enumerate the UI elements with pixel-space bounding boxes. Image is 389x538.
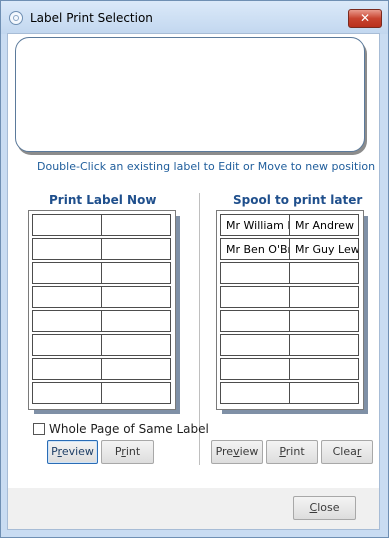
print-now-label-slot[interactable] [101,238,171,260]
print-now-label-slot[interactable] [101,310,171,332]
whole-page-checkbox[interactable] [33,423,45,435]
spool-label-slot[interactable] [220,310,290,332]
spool-sheet: Mr William H Mr Andrew Mr Ben O'Br Mr Guy L… [216,210,364,410]
spool-label-slot[interactable] [220,262,290,284]
window-title: Label Print Selection [30,11,153,25]
spool-label-slot[interactable] [220,382,290,404]
print-spool-label-post: rint [285,445,305,458]
print-now-label-slot[interactable] [32,382,102,404]
spool-label-slot[interactable] [289,358,359,380]
whole-page-label[interactable]: Whole Page of Same Label [49,422,209,436]
print-now-label-slot[interactable] [32,358,102,380]
print-now-label-slot[interactable] [101,358,171,380]
print-now-label-slot[interactable] [101,214,171,236]
app-icon [9,11,23,25]
spool-label-slot[interactable] [220,286,290,308]
close-button[interactable]: Close [293,496,356,520]
print-now-label-slot[interactable] [32,238,102,260]
close-label-post: lose [317,501,340,514]
label-preview-box[interactable] [15,37,365,152]
print-spool-button[interactable]: Print [266,440,318,464]
spool-label-slot[interactable]: Mr Guy Lew [289,238,359,260]
print-now-label-slot[interactable] [101,286,171,308]
preview-spool-label-post: iew [239,445,259,458]
print-now-sheet [28,210,176,410]
spool-label-slot[interactable] [220,358,290,380]
clear-label-pre: Clea [332,445,357,458]
spool-label-slot[interactable]: Mr Andrew [289,214,359,236]
spool-label-slot[interactable] [289,262,359,284]
print-now-label-slot[interactable] [32,286,102,308]
print-now-button[interactable]: Print [101,440,154,464]
preview-spool-button[interactable]: Preview [211,440,263,464]
preview-now-button[interactable]: Preview [47,440,98,464]
print-now-label-slot[interactable] [32,334,102,356]
instruction-text: Double-Click an existing label to Edit o… [37,160,376,173]
print-now-label-slot[interactable] [101,262,171,284]
print-now-label-slot[interactable] [101,382,171,404]
spool-label-slot[interactable]: Mr William H [220,214,290,236]
clear-button[interactable]: Clear [321,440,373,464]
spool-label-slot[interactable] [289,310,359,332]
print-now-label-slot[interactable] [32,262,102,284]
close-window-icon[interactable]: ✕ [348,9,382,28]
spool-label-slot[interactable] [289,286,359,308]
print-now-title: Print Label Now [49,193,157,207]
preview-now-label-post: eview [61,445,94,458]
spool-label-slot[interactable] [289,334,359,356]
preview-spool-label-pre: Pre [215,445,234,458]
clear-label-access-key: r [356,445,362,458]
spool-title: Spool to print later [233,193,363,207]
spool-label-slot[interactable] [289,382,359,404]
print-now-label-slot[interactable] [32,310,102,332]
print-now-label-slot[interactable] [101,334,171,356]
title-bar[interactable]: Label Print Selection ✕ [1,1,388,34]
spool-label-slot[interactable]: Mr Ben O'Br [220,238,290,260]
print-now-label-post: int [125,445,141,458]
print-now-label-slot[interactable] [32,214,102,236]
spool-label-slot[interactable] [220,334,290,356]
